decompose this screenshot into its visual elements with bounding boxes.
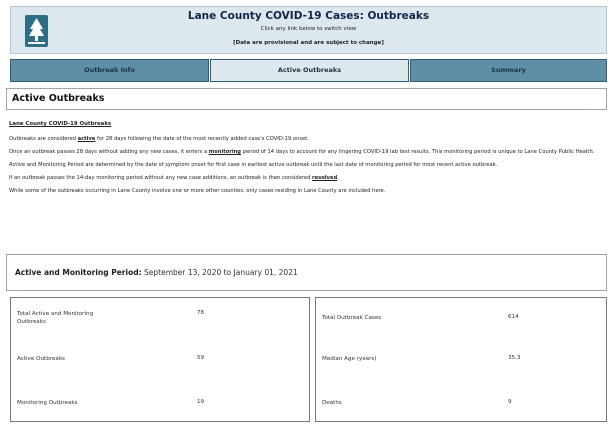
period-value: September 13, 2020 to January 01, 2021 [144,268,298,277]
stat-row: Active Outbreaks 59 [11,355,309,385]
view-tabs: Outbreak Info Active Outbreaks Summary [10,59,607,82]
stat-value: 9 [508,399,512,405]
info-paragraph-counties: While some of the outbreaks occurring in… [9,188,386,194]
outbreak-info-text: Lane County COVID-19 Outbreaks Outbreaks… [9,121,605,200]
provisional-note: [Data are provisional and are subject to… [233,40,384,46]
stat-row: Total Outbreak Cases 614 [316,314,606,344]
header-subtitle: Click any link below to switch view [260,26,357,32]
stat-value: 19 [197,399,205,405]
stat-value: 35.3 [508,355,521,361]
stat-label: Total Outbreak Cases [322,315,382,321]
info-paragraph-monitoring: Once an outbreak passes 28 days without … [9,149,595,155]
active-monitoring-period: Active and Monitoring Period: September … [6,254,607,291]
stat-row: Deaths 9 [316,399,606,429]
tab-outbreak-info[interactable]: Outbreak Info [10,59,209,82]
stat-value: 614 [508,314,519,320]
stat-value: 78 [197,310,205,316]
outbreak-cases-card: Total Outbreak Cases 614 Median Age (yea… [315,297,607,422]
stat-label: Total Active and Monitoring Outbreaks [17,311,94,325]
stat-label: Monitoring Outbreaks [17,400,78,406]
stat-row: Total Active and Monitoring Outbreaks 78 [11,310,309,340]
stat-row: Median Age (years) 35.3 [316,355,606,385]
tab-summary[interactable]: Summary [410,59,607,82]
info-paragraph-period: Active and Monitoring Period are determi… [9,162,498,168]
period-label: Active and Monitoring Period: [15,268,142,277]
outbreak-counts-card: Total Active and Monitoring Outbreaks 78… [10,297,310,422]
info-subheading: Lane County COVID-19 Outbreaks [9,121,112,127]
stat-label: Active Outbreaks [17,356,65,362]
dashboard-header: Lane County COVID-19 Cases: Outbreaks Cl… [10,6,607,54]
page-title: Lane County COVID-19 Cases: Outbreaks [187,10,430,22]
info-paragraph-resolved: If an outbreak passes the 14-day monitor… [9,175,339,181]
stat-value: 59 [197,355,205,361]
stat-label: Deaths [322,400,342,406]
tab-active-outbreaks[interactable]: Active Outbreaks [210,59,409,82]
stat-label: Median Age (years) [322,356,377,362]
section-heading: Active Outbreaks [6,88,607,110]
info-paragraph-active: Outbreaks are considered active for 28 d… [9,136,309,142]
stat-row: Monitoring Outbreaks 19 [11,399,309,429]
